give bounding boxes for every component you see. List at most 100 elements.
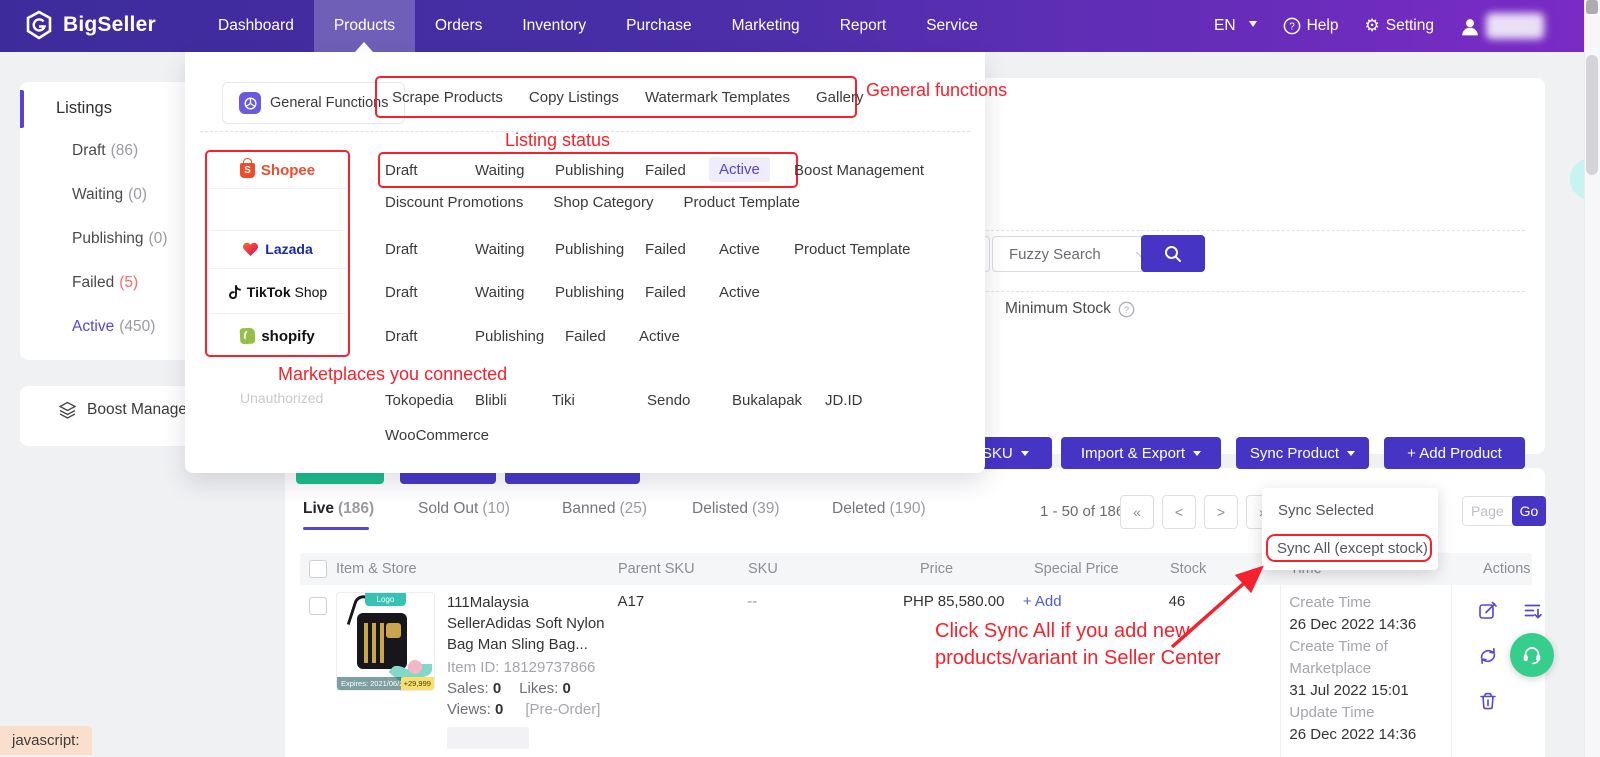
- pagination-prev-button[interactable]: <: [1162, 495, 1196, 529]
- language-selector[interactable]: EN: [1214, 17, 1257, 35]
- lazada-waiting[interactable]: Waiting: [475, 241, 555, 258]
- shopify-logo[interactable]: shopify: [205, 324, 350, 348]
- header-actions: Actions: [1452, 561, 1532, 577]
- shopee-links-row: Discount Promotions Shop Category Produc…: [385, 194, 800, 211]
- add-special-price-link[interactable]: + Add: [1023, 593, 1062, 610]
- tiktok-failed[interactable]: Failed: [645, 284, 719, 301]
- lazada-draft[interactable]: Draft: [385, 241, 475, 258]
- shopee-logo[interactable]: S Shopee: [205, 158, 350, 182]
- add-product-button[interactable]: + Add Product: [1384, 437, 1525, 469]
- tiktok-draft[interactable]: Draft: [385, 284, 475, 301]
- store-tag-pill[interactable]: [447, 727, 529, 749]
- product-image[interactable]: Logo Expires: 2021/06/20 +29,999: [336, 592, 435, 691]
- tiktok-status-row: Draft Waiting Publishing Failed Active: [385, 278, 794, 306]
- page-number-input[interactable]: [1462, 496, 1518, 526]
- setting-menu[interactable]: ⚙ Setting: [1364, 17, 1434, 35]
- nav-purchase[interactable]: Purchase: [606, 0, 711, 52]
- pagination-next-button[interactable]: >: [1204, 495, 1238, 529]
- lazada-product-template[interactable]: Product Template: [794, 241, 910, 258]
- shopee-product-template[interactable]: Product Template: [683, 194, 799, 211]
- tab-deleted[interactable]: Deleted(190): [832, 500, 926, 518]
- sync-product-button[interactable]: Sync Product: [1236, 437, 1369, 469]
- lazada-publishing[interactable]: Publishing: [555, 241, 645, 258]
- row-checkbox[interactable]: [309, 597, 327, 615]
- help-menu[interactable]: ? Help: [1283, 17, 1339, 35]
- compass-icon: [239, 92, 261, 114]
- header-item-store: Item & Store: [336, 561, 618, 577]
- sync-selected-option[interactable]: Sync Selected: [1278, 502, 1374, 519]
- shopify-draft[interactable]: Draft: [385, 328, 475, 345]
- tab-delisted[interactable]: Delisted(39): [692, 500, 780, 518]
- nav-marketing[interactable]: Marketing: [712, 0, 820, 52]
- svg-text:?: ?: [1289, 22, 1295, 33]
- tiktok-waiting[interactable]: Waiting: [475, 284, 555, 301]
- active-tab-underline: [303, 527, 369, 530]
- sync-icon[interactable]: [1478, 646, 1498, 666]
- scrollbar-thumb[interactable]: [1586, 55, 1598, 175]
- sidebar-item-boost-manage[interactable]: Boost Manage: [58, 401, 187, 419]
- sidebar-item-listings[interactable]: Listings: [56, 99, 112, 118]
- select-all-checkbox[interactable]: [309, 560, 327, 578]
- tiktok-shop-logo[interactable]: TikTok Shop: [205, 280, 350, 304]
- menu-woocommerce[interactable]: WooCommerce: [385, 427, 489, 444]
- shopee-active[interactable]: Active: [709, 157, 770, 182]
- tab-sold-out[interactable]: Sold Out(10): [418, 500, 510, 518]
- account-menu[interactable]: [1460, 13, 1544, 39]
- shopify-failed[interactable]: Failed: [565, 328, 639, 345]
- shopee-shop-category[interactable]: Shop Category: [553, 194, 653, 211]
- product-title[interactable]: 111Malaysia SellerAdidas Soft Nylon Bag …: [447, 592, 612, 655]
- menu-jdid[interactable]: JD.ID: [825, 392, 863, 409]
- search-button[interactable]: [1141, 235, 1205, 272]
- lazada-failed[interactable]: Failed: [645, 241, 719, 258]
- menu-bukalapak[interactable]: Bukalapak: [732, 392, 825, 409]
- menu-tokopedia[interactable]: Tokopedia: [385, 392, 475, 409]
- shopee-boost-management[interactable]: Boost Management: [794, 162, 924, 179]
- nav-inventory[interactable]: Inventory: [502, 0, 606, 52]
- menu-watermark-templates[interactable]: Watermark Templates: [632, 89, 803, 106]
- product-stats-1: Sales: 0 Likes: 0: [447, 680, 615, 697]
- shopify-active[interactable]: Active: [639, 328, 714, 345]
- tab-banned[interactable]: Banned(25): [562, 500, 647, 518]
- delete-icon[interactable]: [1478, 691, 1498, 711]
- pagination-first-button[interactable]: «: [1120, 495, 1154, 529]
- shopee-publishing[interactable]: Publishing: [555, 162, 645, 179]
- shopee-waiting[interactable]: Waiting: [475, 162, 555, 179]
- shopee-discount-promotions[interactable]: Discount Promotions: [385, 194, 523, 211]
- shopee-draft[interactable]: Draft: [385, 162, 475, 179]
- chat-support-button[interactable]: [1510, 633, 1554, 677]
- menu-tiki[interactable]: Tiki: [552, 392, 647, 409]
- nav-products[interactable]: Products: [314, 0, 415, 52]
- menu-sendo[interactable]: Sendo: [647, 392, 732, 409]
- go-button[interactable]: Go: [1512, 496, 1546, 526]
- sync-all-option[interactable]: Sync All (except stock): [1277, 540, 1428, 557]
- lazada-active[interactable]: Active: [719, 241, 794, 258]
- menu-blibli[interactable]: Blibli: [475, 392, 552, 409]
- edit-icon[interactable]: [1478, 601, 1498, 621]
- user-icon: [1460, 17, 1480, 36]
- price-value: PHP 85,580.00: [903, 593, 1033, 610]
- tiktok-publishing[interactable]: Publishing: [555, 284, 645, 301]
- lazada-logo[interactable]: Lazada: [205, 237, 350, 261]
- header-price: Price: [916, 561, 1034, 577]
- scrollbar-button[interactable]: [1586, 0, 1598, 14]
- menu-copy-listings[interactable]: Copy Listings: [516, 89, 632, 106]
- menu-scrape-products[interactable]: Scrape Products: [379, 89, 516, 106]
- chevron-down-icon: [1249, 21, 1257, 31]
- help-tooltip-icon[interactable]: ?: [1118, 301, 1135, 318]
- import-export-button[interactable]: Import & Export: [1061, 437, 1221, 469]
- annotation-arrow: [1150, 555, 1290, 665]
- shopee-failed[interactable]: Failed: [645, 162, 719, 179]
- export-list-icon[interactable]: [1523, 601, 1543, 621]
- tiktok-active[interactable]: Active: [719, 284, 794, 301]
- brand-logo[interactable]: BigSeller: [24, 10, 156, 40]
- image-price-badge: +29,999: [401, 677, 434, 690]
- tab-live[interactable]: Live(186): [303, 500, 374, 518]
- nav-report[interactable]: Report: [820, 0, 907, 52]
- shopify-publishing[interactable]: Publishing: [475, 328, 565, 345]
- active-nav-notch: [355, 42, 373, 52]
- nav-service[interactable]: Service: [906, 0, 998, 52]
- fuzzy-search-select[interactable]: Fuzzy Search: [992, 236, 1160, 272]
- main-nav: Dashboard Products Orders Inventory Purc…: [198, 0, 998, 52]
- nav-orders[interactable]: Orders: [415, 0, 502, 52]
- nav-dashboard[interactable]: Dashboard: [198, 0, 314, 52]
